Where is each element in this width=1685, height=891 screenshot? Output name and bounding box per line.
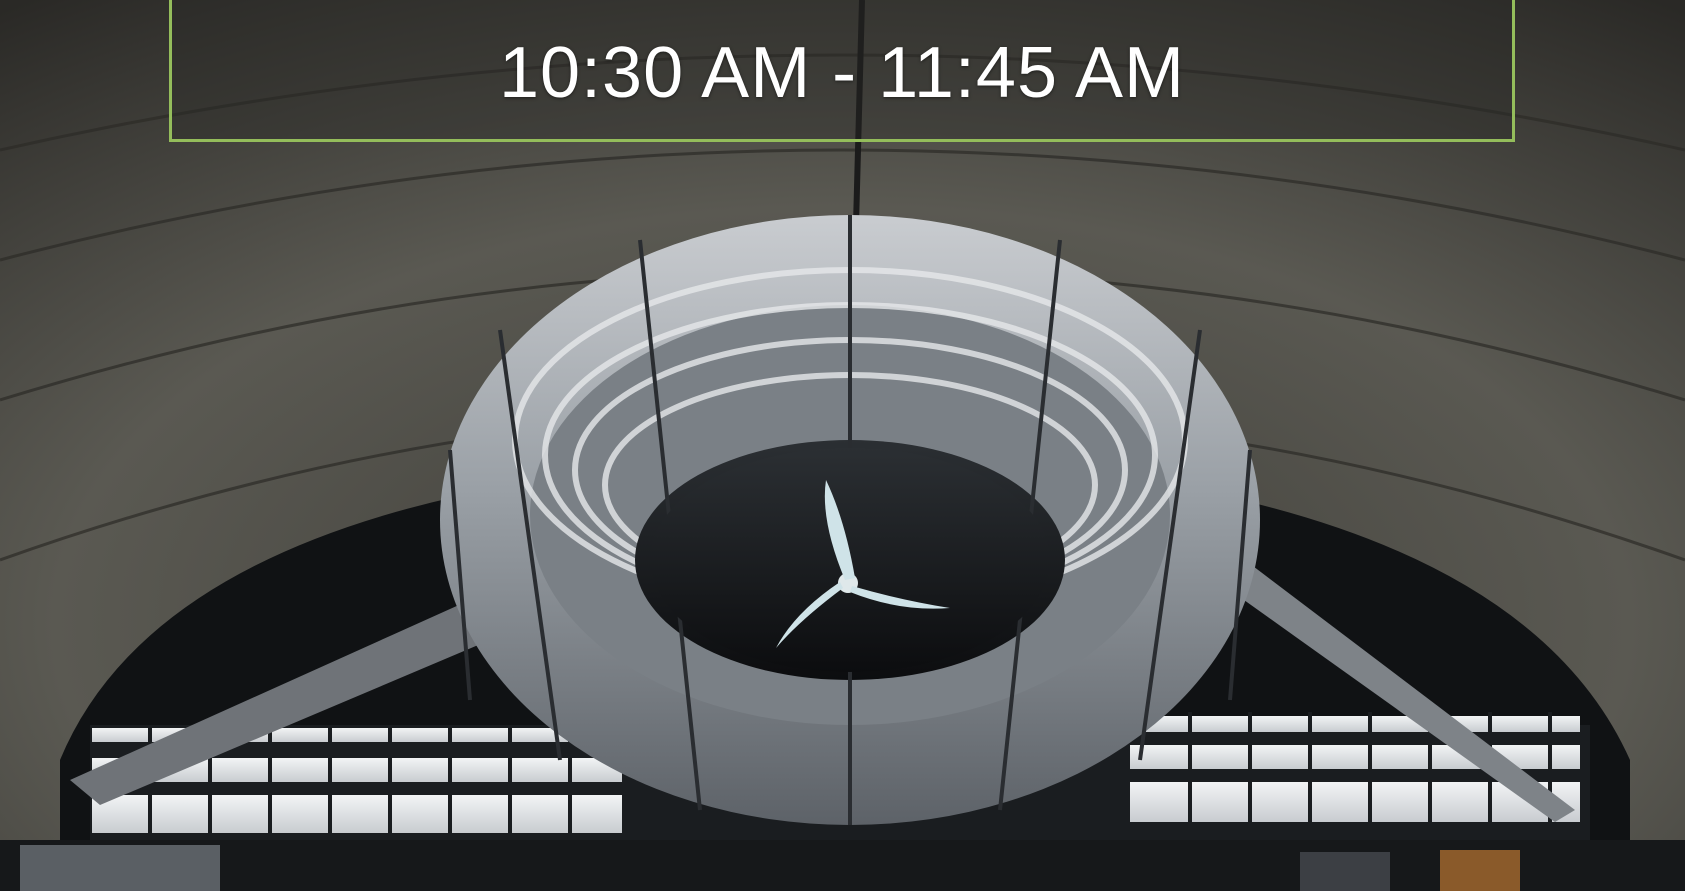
time-range-text: 10:30 AM - 11:45 AM [498,33,1186,113]
turbine-ring [440,215,1260,825]
time-range-banner: 10:30 AM - 11:45 AM [169,0,1515,142]
